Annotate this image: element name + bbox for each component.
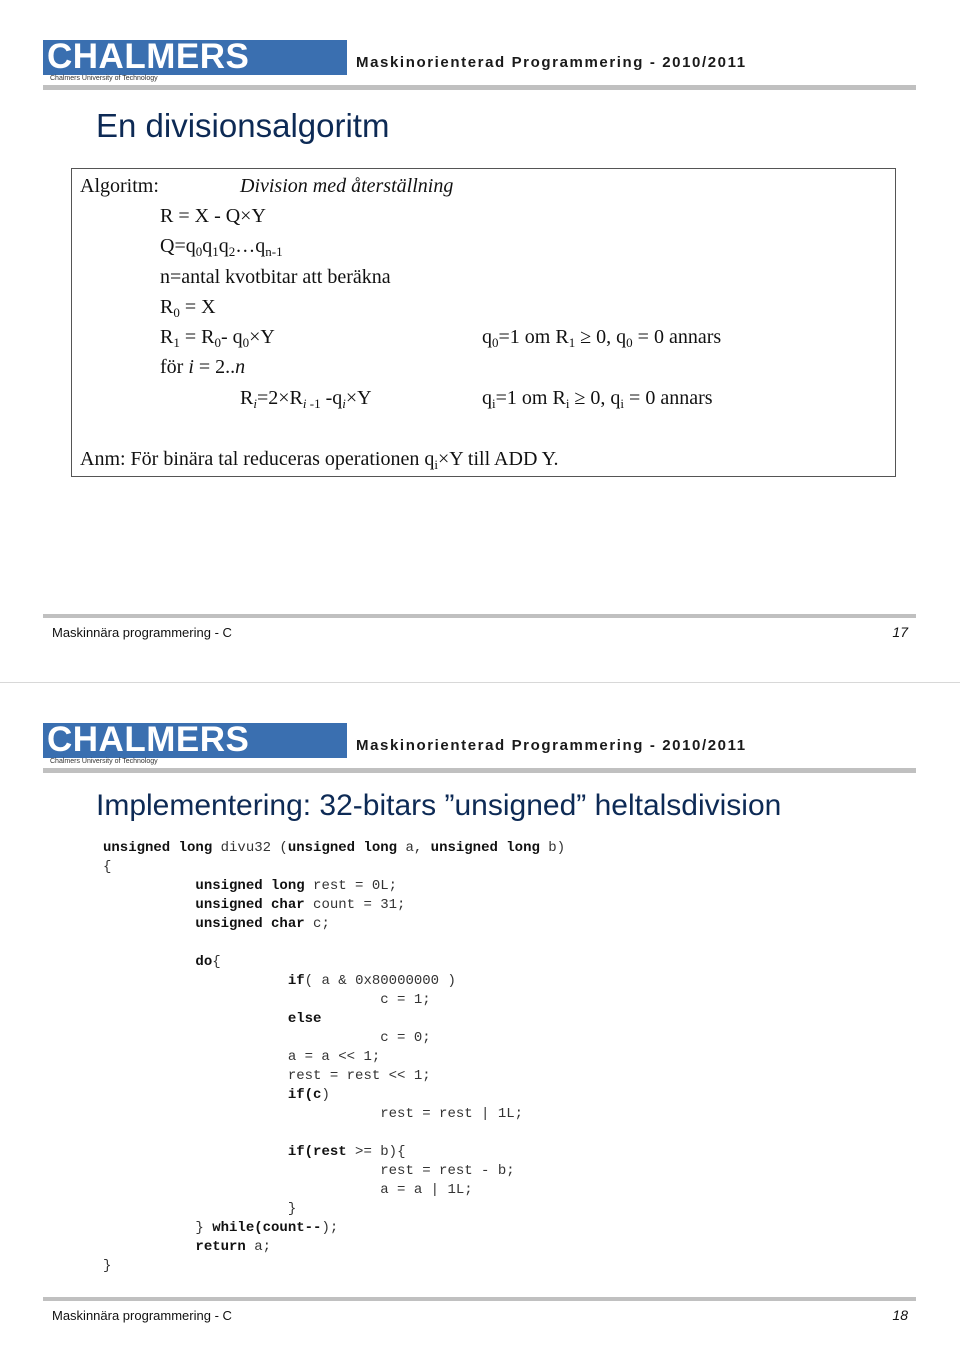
logo-subtitle: Chalmers University of Technology (50, 75, 158, 82)
formula-q: Q=q0q1q2…qn-1 (160, 235, 283, 259)
footer-text: Maskinnära programmering - C (52, 625, 232, 640)
slide-title: En divisionsalgoritm (96, 107, 390, 144)
code-block: unsigned long divu32 (unsigned long a, u… (103, 840, 566, 1274)
header-divider (43, 85, 916, 90)
course-title: Maskinorienterad Programmering - 2010/20… (356, 54, 747, 71)
logo-text: CHALMERS (47, 37, 250, 76)
page-number: 17 (892, 624, 908, 640)
condition-q0: q0=1 om R1 ≥ 0, q0 = 0 annars (482, 326, 722, 350)
algorithm-label: Algoritm: (80, 175, 159, 197)
footer-divider (43, 614, 916, 618)
course-title: Maskinorienterad Programmering - 2010/20… (356, 737, 747, 754)
formula-n: n=antal kvotbitar att beräkna (160, 266, 391, 288)
slide-18: CHALMERS Chalmers University of Technolo… (0, 683, 960, 1367)
algorithm-name: Division med återställning (240, 175, 454, 197)
footer-divider (43, 1297, 916, 1301)
logo-text: CHALMERS (47, 720, 250, 759)
formula-r0: R0 = X (160, 296, 216, 320)
slide-title: Implementering: 32-bitars ”unsigned” hel… (96, 789, 782, 822)
slide-17: CHALMERS Chalmers University of Technolo… (0, 0, 960, 683)
header-divider (43, 768, 916, 773)
chalmers-logo: CHALMERS (43, 720, 347, 759)
formula-for: för i = 2..n (160, 356, 246, 378)
chalmers-logo: CHALMERS (43, 37, 347, 76)
formula-ri: Ri=2×Ri -1 -qi×Y (240, 387, 372, 411)
formula-r: R = X - Q×Y (160, 205, 266, 227)
page-number: 18 (892, 1307, 908, 1323)
algorithm-note: Anm: För binära tal reduceras operatione… (80, 448, 559, 472)
footer-text: Maskinnära programmering - C (52, 1308, 232, 1323)
condition-qi: qi=1 om Ri ≥ 0, qi = 0 annars (482, 387, 713, 411)
logo-subtitle: Chalmers University of Technology (50, 758, 158, 765)
formula-r1: R1 = R0- q0×Y (160, 326, 275, 350)
